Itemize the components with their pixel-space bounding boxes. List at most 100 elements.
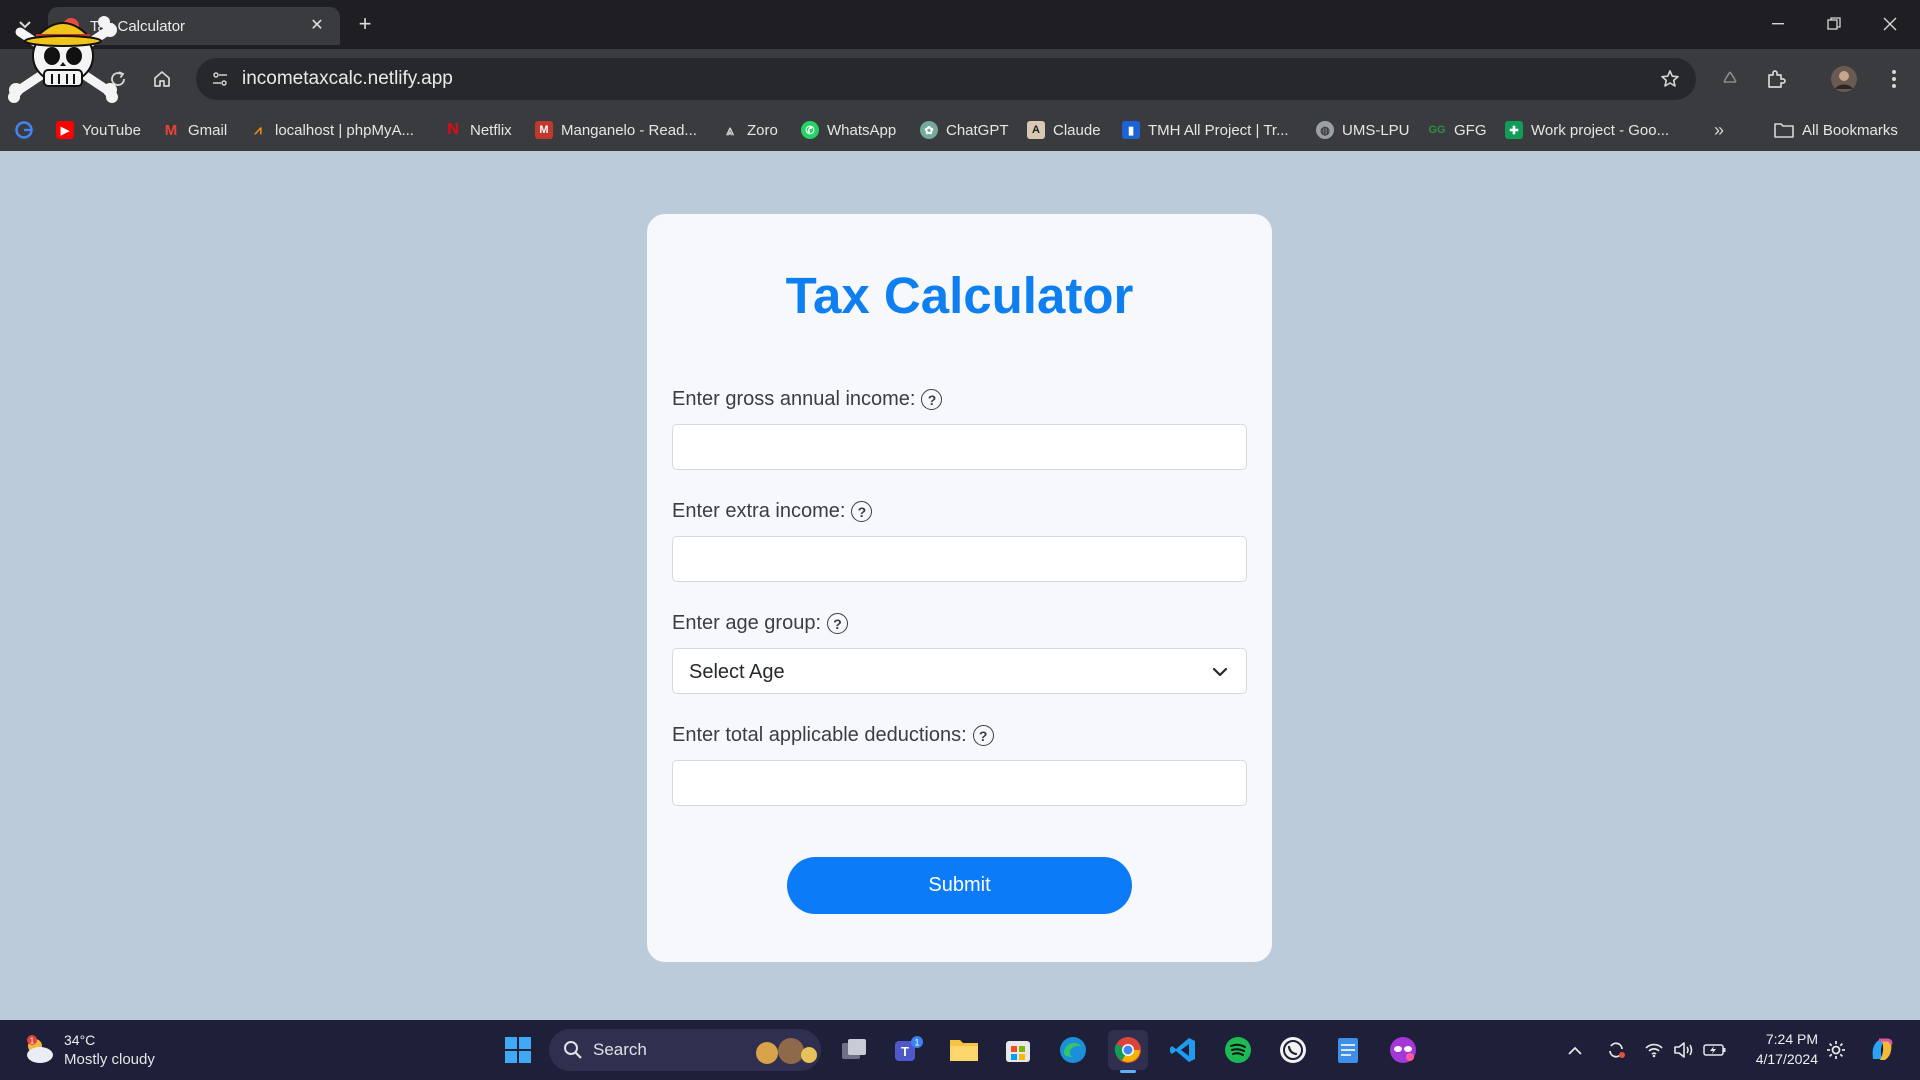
recycle-extension-icon[interactable] [1714, 63, 1746, 95]
bookmark-claude[interactable]: A Claude [1027, 119, 1101, 141]
weather-widget[interactable]: 1 34°C Mostly cloudy [20, 1029, 170, 1071]
vscode-icon [1170, 1038, 1195, 1062]
extensions-icon[interactable] [1760, 63, 1792, 95]
zoro-icon: ⩓ [726, 121, 734, 138]
teams-badge: 1 [914, 1038, 919, 1048]
bookmark-phpmyadmin[interactable]: ⩘ localhost | phpMyA... [249, 119, 414, 141]
taskbar-search[interactable]: Search [549, 1029, 821, 1071]
microsoft-store-app[interactable] [998, 1030, 1038, 1070]
help-icon[interactable]: ? [851, 501, 873, 522]
help-icon[interactable]: ? [827, 613, 848, 634]
new-tab-button[interactable]: + [352, 12, 378, 38]
more-bookmarks-button[interactable]: » [1714, 119, 1724, 141]
task-view-button[interactable] [834, 1030, 874, 1070]
bookmark-ums-lpu[interactable]: ◍ UMS-LPU [1316, 119, 1410, 141]
teams-app[interactable]: T1 [888, 1030, 928, 1070]
volume-tray-icon[interactable] [1672, 1038, 1696, 1062]
show-hidden-icons-button[interactable] [1563, 1038, 1587, 1062]
restore-button[interactable] [1814, 8, 1854, 40]
page-title: Tax Calculator [785, 267, 1134, 324]
bookmark-gmail[interactable]: M Gmail [162, 119, 227, 141]
pirate-skull-icon [8, 16, 118, 103]
bookmark-netflix[interactable]: N Netflix [444, 119, 511, 141]
claude-icon: A [1027, 121, 1045, 139]
bookmark-youtube[interactable]: ▶ YouTube [56, 119, 141, 141]
google-bookmark[interactable] [15, 119, 33, 141]
age-group-select[interactable]: Select Age [672, 648, 1247, 694]
all-bookmarks-button[interactable]: All Bookmarks [1774, 119, 1898, 141]
gross-income-input[interactable] [672, 424, 1247, 470]
google-sheets-icon: ✚ [1505, 121, 1523, 139]
svg-text:T: T [901, 1044, 909, 1059]
restore-icon [1827, 17, 1841, 30]
youtube-icon: ▶ [56, 121, 74, 139]
tab-strip: Tax Calculator ✕ + [0, 0, 1920, 49]
windows-logo-icon [505, 1037, 531, 1063]
gfg-icon: GG [1428, 124, 1446, 136]
deductions-input[interactable] [672, 760, 1247, 806]
bookmark-chatgpt[interactable]: ✿ ChatGPT [920, 119, 1009, 141]
browser-menu-button[interactable] [1878, 63, 1910, 95]
site-info-icon[interactable] [208, 67, 232, 91]
active-app-indicator [1120, 1070, 1136, 1073]
whatsapp-icon: ✆ [801, 121, 819, 139]
close-tab-icon[interactable]: ✕ [306, 15, 328, 37]
gross-income-label: Enter gross annual income: ? [672, 388, 943, 411]
deductions-label: Enter total applicable deductions: ? [672, 724, 994, 747]
help-icon[interactable]: ? [972, 725, 994, 746]
copilot-button[interactable] [1866, 1034, 1898, 1066]
notifications-tray-icon[interactable] [1824, 1038, 1848, 1062]
kebab-menu-icon [1892, 70, 1896, 88]
bookmarks-bar: ▶ YouTube M Gmail ⩘ localhost | phpMyA... N… [0, 109, 1920, 151]
minimize-button[interactable] [1758, 8, 1798, 40]
age-group-selected-value: Select Age [689, 661, 785, 683]
bookmark-work-project[interactable]: ✚ Work project - Goo... [1505, 119, 1669, 141]
store-icon [1006, 1041, 1030, 1062]
folder-icon [1774, 123, 1794, 138]
battery-tray-icon[interactable] [1703, 1038, 1727, 1062]
weather-temperature: 34°C [64, 1032, 96, 1048]
help-icon[interactable]: ? [921, 389, 943, 410]
address-bar[interactable]: incometaxcalc.netlify.app [196, 58, 1696, 100]
submit-button[interactable]: Submit [787, 857, 1132, 914]
minimize-icon [1772, 23, 1784, 25]
teams-icon: T1 [895, 1036, 923, 1061]
sync-tray-icon[interactable] [1604, 1038, 1628, 1062]
edge-browser-app[interactable] [1053, 1030, 1093, 1070]
spotify-icon [1225, 1037, 1251, 1063]
home-button[interactable] [146, 63, 178, 95]
chrome-browser-app[interactable] [1108, 1030, 1148, 1073]
bookmark-star-icon[interactable] [1658, 67, 1682, 91]
extra-income-input[interactable] [672, 536, 1247, 582]
trello-icon: ▮ [1122, 121, 1140, 139]
whatsapp-app[interactable] [1273, 1030, 1313, 1070]
chevron-up-icon [1568, 1046, 1582, 1055]
system-clock[interactable]: 7:24 PM 4/17/2024 [1738, 1029, 1818, 1069]
settings-gear-icon [1827, 1041, 1845, 1059]
tax-calculator-card: Tax Calculator Enter gross annual income… [647, 214, 1272, 962]
close-icon [1883, 17, 1897, 31]
start-button[interactable] [498, 1030, 538, 1070]
extra-income-label: Enter extra income: ? [672, 500, 873, 523]
bookmark-trello[interactable]: ▮ TMH All Project | Tr... [1122, 119, 1289, 141]
search-highlight-art-icon [756, 1038, 817, 1064]
vscode-app[interactable] [1163, 1030, 1203, 1070]
file-explorer-app[interactable] [944, 1030, 984, 1070]
cloudy-weather-icon: 1 [27, 1035, 53, 1063]
bookmark-manganelo[interactable]: M Manganelo - Read... [535, 119, 697, 141]
close-window-button[interactable] [1870, 8, 1910, 40]
copilot-game-app[interactable] [1383, 1030, 1423, 1070]
chevron-down-icon [1212, 667, 1228, 677]
bookmark-zoro[interactable]: ⩓ Zoro [721, 119, 778, 141]
bookmark-gfg[interactable]: GG GFG [1428, 119, 1486, 141]
wifi-tray-icon[interactable] [1642, 1038, 1666, 1062]
clock-time: 7:24 PM [1765, 1031, 1818, 1047]
bookmark-whatsapp[interactable]: ✆ WhatsApp [801, 119, 896, 141]
age-group-label: Enter age group: ? [672, 612, 848, 635]
profile-avatar[interactable] [1828, 63, 1860, 95]
search-icon [564, 1041, 582, 1059]
spotify-app[interactable] [1218, 1030, 1258, 1070]
notepad-icon [1338, 1038, 1358, 1063]
notepad-app[interactable] [1328, 1030, 1368, 1070]
sync-icon [1609, 1042, 1625, 1058]
